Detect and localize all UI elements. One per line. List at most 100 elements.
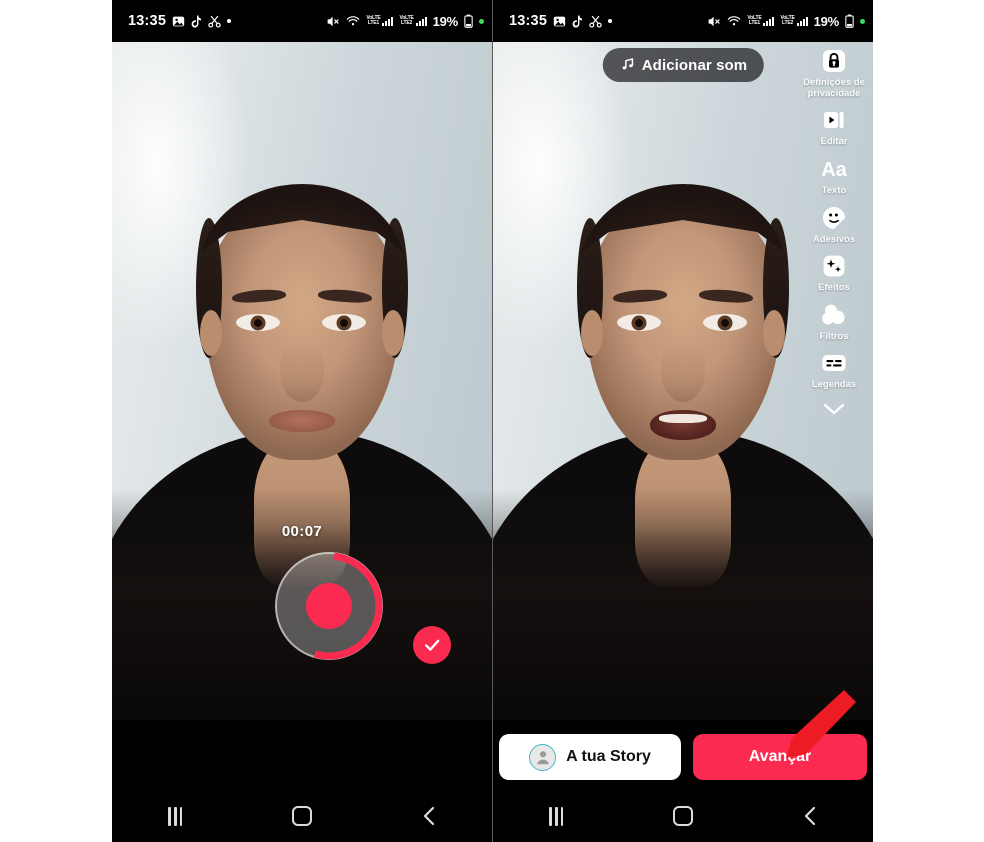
music-note-icon bbox=[622, 58, 634, 70]
subject-ear-right bbox=[382, 310, 404, 356]
recents-icon bbox=[168, 806, 183, 826]
status-time: 13:35 bbox=[128, 13, 167, 29]
panel-divider bbox=[492, 0, 493, 842]
your-story-label: A tua Story bbox=[566, 748, 651, 765]
captions-icon bbox=[819, 348, 849, 378]
back-chevron-icon bbox=[804, 806, 815, 826]
signal-indicator-2: VoLTE LTE2 bbox=[399, 16, 427, 26]
left-phone-recording-screen: 13:35 VoLTE LTE1 VoLTE LTE2 19% 00:07 bbox=[112, 0, 492, 842]
lte1-label-b: LTE1 bbox=[748, 20, 760, 26]
recents-button-2[interactable] bbox=[528, 796, 584, 836]
subject-eye-left bbox=[236, 314, 280, 331]
back-chevron-icon bbox=[423, 806, 434, 826]
status-bar-left-2: 13:35 bbox=[509, 13, 613, 29]
nike-logo bbox=[157, 679, 246, 710]
scissors-icon bbox=[208, 15, 221, 28]
next-button-label: Avançar bbox=[748, 748, 812, 765]
svg-text:Aa: Aa bbox=[821, 159, 847, 181]
back-button-2[interactable] bbox=[782, 796, 838, 836]
text-aa-icon: Aa bbox=[819, 154, 849, 184]
green-indicator-dot-2 bbox=[860, 18, 865, 24]
tool-filters-label: Filtros bbox=[819, 330, 849, 342]
battery-icon bbox=[845, 14, 854, 28]
tool-captions-label: Legendas bbox=[811, 379, 857, 391]
recording-timer: 00:07 bbox=[281, 523, 323, 540]
shirt-collar-right bbox=[402, 694, 468, 716]
status-bar-left: 13:35 bbox=[128, 13, 232, 29]
subject-eye-right-2 bbox=[703, 314, 747, 331]
tool-edit[interactable]: Editar bbox=[819, 105, 849, 148]
home-button-2[interactable] bbox=[655, 796, 711, 836]
lte2-label: LTE2 bbox=[401, 20, 413, 26]
battery-icon bbox=[464, 14, 473, 28]
tool-text[interactable]: Aa Texto bbox=[819, 154, 849, 197]
volte-lte2-label-b: VoLTE LTE2 bbox=[780, 16, 794, 26]
expand-tools-button[interactable] bbox=[822, 401, 846, 422]
shirt-collar-right-2 bbox=[783, 694, 849, 716]
subject-nose bbox=[280, 342, 324, 402]
tool-privacy-settings[interactable]: Definições de privacidade bbox=[801, 46, 867, 99]
signal-bars-2 bbox=[415, 17, 427, 26]
right-phone-editing-screen: 13:35 VoLTE LTE1 VoLTE LTE2 19% Adiciona… bbox=[493, 0, 873, 842]
battery-percent-2: 19% bbox=[813, 13, 840, 29]
signal-bars-1b bbox=[763, 17, 775, 26]
tiktok-note-icon bbox=[572, 14, 583, 28]
mute-icon bbox=[328, 16, 340, 26]
scissors-icon bbox=[589, 15, 602, 28]
subject-eye-left-2 bbox=[617, 314, 661, 331]
recents-icon bbox=[549, 806, 564, 826]
tool-effects-label: Efeitos bbox=[818, 282, 850, 294]
tiktok-note-icon bbox=[191, 14, 202, 28]
back-button[interactable] bbox=[401, 796, 457, 836]
your-story-button[interactable]: A tua Story bbox=[499, 734, 681, 780]
record-inner-dot bbox=[306, 583, 352, 629]
volte-lte2-label: VoLTE LTE2 bbox=[399, 16, 413, 26]
tool-filters[interactable]: Filtros bbox=[819, 300, 849, 343]
arrow-left-icon bbox=[512, 59, 535, 75]
avatar bbox=[529, 743, 557, 771]
tool-privacy-settings-label: Definições de privacidade bbox=[803, 77, 865, 99]
status-bar: 13:35 VoLTE LTE1 VoLTE LTE2 19% bbox=[112, 0, 492, 42]
status-bar-2: 13:35 VoLTE LTE1 VoLTE LTE2 19% bbox=[493, 0, 873, 42]
check-icon bbox=[425, 639, 440, 651]
status-dot-icon bbox=[608, 19, 613, 23]
battery-percent: 19% bbox=[432, 13, 459, 29]
edit-video-icon bbox=[819, 105, 849, 135]
signal-bars-2b bbox=[796, 17, 808, 26]
lte2-label-b: LTE2 bbox=[782, 20, 794, 26]
home-button[interactable] bbox=[274, 796, 330, 836]
editing-tools-rail: Definições de privacidade Editar Aa Text… bbox=[801, 46, 867, 422]
tool-effects[interactable]: Efeitos bbox=[818, 251, 850, 294]
confirm-recording-button[interactable] bbox=[413, 626, 451, 664]
subject-mouth bbox=[269, 410, 335, 432]
status-bar-right: VoLTE LTE1 VoLTE LTE2 19% bbox=[326, 14, 484, 29]
subject-ear-left-2 bbox=[581, 310, 603, 356]
add-sound-label: Adicionar som bbox=[641, 56, 748, 74]
record-button[interactable] bbox=[275, 552, 383, 660]
filters-circles-icon bbox=[819, 300, 849, 330]
recents-button[interactable] bbox=[147, 796, 203, 836]
subject-mouth-2 bbox=[650, 410, 716, 440]
signal-indicator-2-b: VoLTE LTE2 bbox=[780, 16, 808, 26]
status-bar-right-2: VoLTE LTE1 VoLTE LTE2 19% bbox=[707, 14, 865, 29]
mute-icon bbox=[709, 16, 721, 26]
tool-stickers[interactable]: Adesivos bbox=[813, 203, 855, 246]
android-nav-bar-left bbox=[112, 790, 492, 842]
subject-nose-2 bbox=[661, 342, 705, 402]
subject-ear-right-2 bbox=[763, 310, 785, 356]
status-dot-icon bbox=[227, 19, 232, 23]
signal-indicator-1-b: VoLTE LTE1 bbox=[747, 16, 775, 26]
next-button[interactable]: Avançar bbox=[693, 734, 867, 780]
wifi-icon bbox=[347, 15, 360, 25]
wifi-icon bbox=[728, 15, 741, 25]
tool-edit-label: Editar bbox=[820, 136, 848, 148]
signal-indicator-1: VoLTE LTE1 bbox=[366, 16, 394, 26]
back-arrow-button[interactable] bbox=[508, 52, 538, 82]
tool-stickers-label: Adesivos bbox=[812, 233, 856, 245]
subject-eye-right bbox=[322, 314, 366, 331]
tool-captions[interactable]: Legendas bbox=[812, 348, 856, 391]
sticker-icon bbox=[819, 203, 849, 233]
lte1-label: LTE1 bbox=[367, 20, 379, 26]
green-indicator-dot bbox=[479, 18, 484, 24]
add-sound-button[interactable]: Adicionar som bbox=[602, 48, 764, 82]
